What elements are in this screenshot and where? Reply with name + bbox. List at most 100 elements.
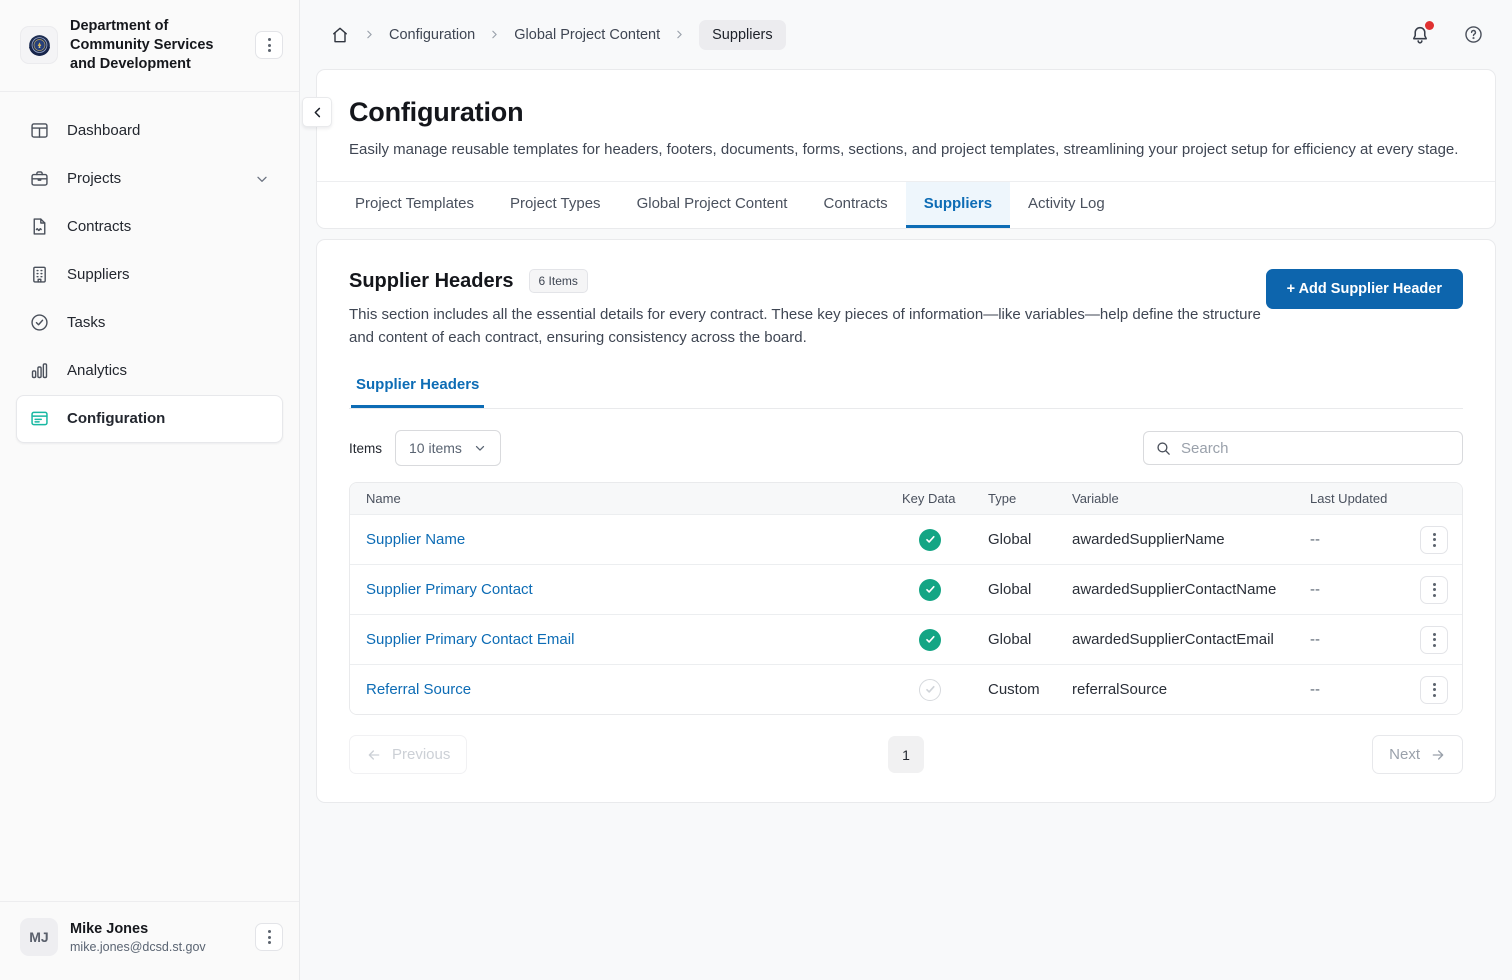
sidebar-item-label: Suppliers (67, 266, 130, 283)
page-header-card: Configuration Easily manage reusable tem… (316, 69, 1496, 229)
add-supplier-header-button[interactable]: + Add Supplier Header (1266, 269, 1463, 309)
sidebar: Department of Community Services and Dev… (0, 0, 300, 980)
page-subtitle: Easily manage reusable templates for hea… (349, 141, 1463, 158)
key-data-check-icon (919, 529, 941, 551)
sidebar-item-label: Projects (67, 170, 121, 187)
tab-project-types[interactable]: Project Types (492, 182, 619, 228)
dashboard-icon (29, 120, 50, 141)
supplier-header-link[interactable]: Referral Source (366, 681, 471, 698)
topbar-icons (1409, 24, 1484, 46)
sidebar-item-label: Dashboard (67, 122, 140, 139)
kebab-menu-icon (268, 930, 271, 944)
sidebar-item-dashboard[interactable]: Dashboard (16, 107, 283, 155)
breadcrumb-item-configuration[interactable]: Configuration (389, 27, 475, 43)
kebab-menu-icon (1433, 633, 1436, 647)
column-header-key-data: Key Data (886, 491, 974, 506)
table-row: Supplier Name Global awardedSupplierName… (350, 514, 1462, 564)
table-row: Supplier Primary Contact Global awardedS… (350, 564, 1462, 614)
sidebar-item-contracts[interactable]: Contracts (16, 203, 283, 251)
collapse-sidebar-button[interactable] (302, 97, 332, 127)
column-header-name: Name (350, 491, 886, 506)
kebab-menu-icon (268, 38, 271, 52)
table-row: Supplier Primary Contact Email Global aw… (350, 614, 1462, 664)
contract-document-icon (29, 216, 50, 237)
type-cell: Global (974, 631, 1058, 648)
next-label: Next (1389, 746, 1420, 763)
user-menu-button[interactable] (255, 923, 283, 951)
tab-project-templates[interactable]: Project Templates (337, 182, 492, 228)
building-icon (29, 264, 50, 285)
help-icon (1463, 24, 1484, 45)
column-header-type: Type (974, 491, 1058, 506)
supplier-header-link[interactable]: Supplier Name (366, 531, 465, 548)
row-actions-button[interactable] (1420, 626, 1448, 654)
sidebar-item-tasks[interactable]: Tasks (16, 299, 283, 347)
items-label: Items (349, 441, 382, 456)
notification-dot (1425, 21, 1434, 30)
configuration-panel-icon (29, 408, 50, 429)
kebab-menu-icon (1433, 533, 1436, 547)
section-description: This section includes all the essential … (349, 304, 1266, 349)
type-cell: Custom (974, 681, 1058, 698)
row-actions-button[interactable] (1420, 526, 1448, 554)
supplier-headers-table: Name Key Data Type Variable Last Updated… (349, 482, 1463, 715)
table-toolbar: Items 10 items (349, 430, 1463, 466)
help-button[interactable] (1463, 24, 1484, 45)
chevron-left-icon (310, 105, 325, 120)
notifications-button[interactable] (1409, 24, 1431, 46)
sidebar-item-suppliers[interactable]: Suppliers (16, 251, 283, 299)
row-actions-button[interactable] (1420, 576, 1448, 604)
user-name: Mike Jones (70, 921, 243, 937)
avatar: MJ (20, 918, 58, 956)
briefcase-icon (29, 168, 50, 189)
supplier-headers-card: Supplier Headers 6 Items This section in… (316, 239, 1496, 803)
page-number-button[interactable]: 1 (888, 736, 924, 773)
bar-chart-icon (29, 360, 50, 381)
page-size-value: 10 items (409, 440, 462, 456)
last-updated-cell: -- (1296, 531, 1406, 548)
row-actions-button[interactable] (1420, 676, 1448, 704)
next-page-button[interactable]: Next (1372, 735, 1463, 774)
tab-activity-log[interactable]: Activity Log (1010, 182, 1123, 228)
breadcrumb-item-global-project-content[interactable]: Global Project Content (514, 27, 660, 43)
table-row: Referral Source Custom referralSource -- (350, 664, 1462, 714)
arrow-right-icon (1430, 747, 1446, 763)
sidebar-item-label: Contracts (67, 218, 131, 235)
supplier-header-link[interactable]: Supplier Primary Contact Email (366, 631, 574, 648)
key-data-check-icon (919, 579, 941, 601)
chevron-down-icon (254, 171, 270, 187)
breadcrumb-separator-icon (363, 28, 376, 41)
pagination: Previous 1 Next (349, 735, 1463, 774)
previous-label: Previous (392, 746, 450, 763)
sidebar-item-analytics[interactable]: Analytics (16, 347, 283, 395)
variable-cell: awardedSupplierContactName (1058, 581, 1296, 598)
sidebar-item-label: Configuration (67, 410, 165, 427)
last-updated-cell: -- (1296, 581, 1406, 598)
subtab-supplier-headers[interactable]: Supplier Headers (351, 376, 484, 408)
page-size-select[interactable]: 10 items (395, 430, 501, 466)
variable-cell: awardedSupplierContactEmail (1058, 631, 1296, 648)
sidebar-item-label: Tasks (67, 314, 105, 331)
previous-page-button[interactable]: Previous (349, 735, 467, 774)
search-input[interactable] (1181, 440, 1451, 457)
breadcrumb-separator-icon (673, 28, 686, 41)
tab-global-project-content[interactable]: Global Project Content (619, 182, 806, 228)
search-box (1143, 431, 1463, 465)
org-menu-button[interactable] (255, 31, 283, 59)
type-cell: Global (974, 581, 1058, 598)
table-header-row: Name Key Data Type Variable Last Updated (350, 483, 1462, 514)
sidebar-item-configuration[interactable]: Configuration (16, 395, 283, 443)
sidebar-item-projects[interactable]: Projects (16, 155, 283, 203)
tab-contracts[interactable]: Contracts (805, 182, 905, 228)
org-name: Department of Community Services and Dev… (70, 17, 243, 74)
supplier-header-link[interactable]: Supplier Primary Contact (366, 581, 533, 598)
section-head-left: Supplier Headers 6 Items This section in… (349, 269, 1266, 349)
home-icon[interactable] (330, 25, 350, 45)
last-updated-cell: -- (1296, 681, 1406, 698)
tab-suppliers[interactable]: Suppliers (906, 182, 1010, 228)
variable-cell: referralSource (1058, 681, 1296, 698)
org-header: Department of Community Services and Dev… (0, 0, 299, 92)
section-title: Supplier Headers (349, 270, 514, 293)
breadcrumb: Configuration Global Project Content Sup… (330, 20, 786, 50)
column-header-last-updated: Last Updated (1296, 491, 1406, 506)
